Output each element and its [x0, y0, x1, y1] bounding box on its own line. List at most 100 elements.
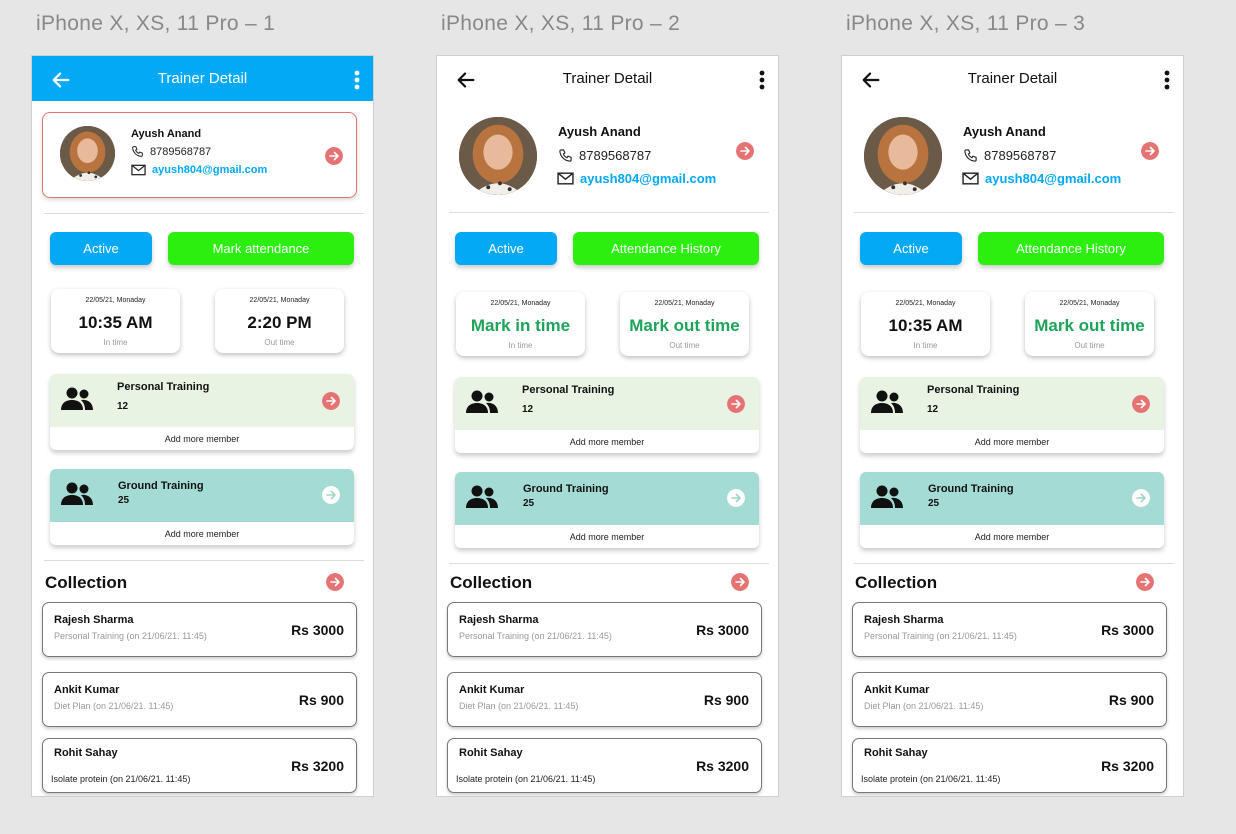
attendance-history-button[interactable]: Attendance History: [573, 232, 759, 265]
personal-training-header: Personal Training 12: [50, 374, 354, 427]
collection-item[interactable]: Rohit Sahay Isolate protein (on 21/06/21…: [447, 738, 762, 793]
out-time-value: 2:20 PM: [247, 313, 312, 332]
phone-number: 8789568787: [984, 148, 1057, 163]
divider: [44, 560, 364, 561]
arrow-right-circle-icon[interactable]: [326, 573, 344, 591]
in-time-card[interactable]: 22/05/21, Monaday 10:35 AM In time: [51, 289, 180, 353]
collection-item[interactable]: Ankit Kumar Diet Plan (on 21/06/21. 11:4…: [447, 672, 762, 727]
email-link[interactable]: ayush804@gmail.com: [985, 171, 1121, 186]
collection-amount: Rs 900: [298, 692, 344, 708]
in-time-label: In time: [913, 341, 938, 350]
profile-card[interactable]: Ayush Anand 8789568787 ayush804@gmail.co…: [852, 112, 1167, 198]
in-time-date: 22/05/21, Monaday: [895, 300, 956, 307]
collection-desc: Isolate protein (on 21/06/21. 11:45): [456, 774, 596, 784]
add-more-member-button[interactable]: Add more member: [860, 430, 1164, 453]
people-icon: [61, 482, 93, 505]
active-status-button[interactable]: Active: [860, 232, 962, 265]
arrow-right-circle-icon[interactable]: [736, 142, 754, 160]
mark-out-time-button[interactable]: Mark out time: [1025, 316, 1154, 336]
ground-training-card[interactable]: Ground Training 25 Add more member: [50, 469, 354, 545]
in-time-value: 10:35 AM: [78, 313, 153, 332]
out-time-date: 22/05/21, Monaday: [249, 297, 310, 304]
mail-icon: [131, 164, 146, 176]
app-header: Trainer Detail: [842, 56, 1183, 101]
arrow-right-circle-icon[interactable]: [322, 486, 340, 504]
phone-icon: [559, 149, 572, 162]
mark-attendance-button[interactable]: Mark attendance: [168, 232, 354, 265]
ground-training-card[interactable]: Ground Training 25 Add more member: [860, 472, 1164, 548]
arrow-right-circle-icon[interactable]: [727, 395, 745, 413]
collection-item[interactable]: Rohit Sahay Isolate protein (on 21/06/21…: [852, 738, 1167, 793]
app-header: Trainer Detail: [437, 56, 778, 101]
add-more-member-button[interactable]: Add more member: [50, 427, 354, 450]
ground-training-name: Ground Training: [928, 483, 1014, 495]
more-vertical-icon[interactable]: [759, 70, 765, 90]
personal-training-card[interactable]: Personal Training 12 Add more member: [455, 377, 759, 453]
collection-item[interactable]: Rajesh Sharma Personal Training (on 21/0…: [852, 602, 1167, 657]
in-time-value: 10:35 AM: [888, 316, 963, 335]
more-vertical-icon[interactable]: [1164, 70, 1170, 90]
arrow-right-circle-icon[interactable]: [731, 573, 749, 591]
personal-training-card[interactable]: Personal Training 12 Add more member: [50, 374, 354, 450]
collection-item[interactable]: Rajesh Sharma Personal Training (on 21/0…: [42, 602, 357, 657]
collection-title: Collection: [855, 573, 938, 592]
in-time-label: In time: [103, 338, 128, 347]
personal-training-name: Personal Training: [117, 381, 210, 393]
out-time-card[interactable]: 22/05/21, Monaday Mark out time Out time: [1025, 292, 1154, 356]
email-row: ayush804@gmail.com: [962, 171, 1121, 186]
collection-desc: Diet Plan (on 21/06/21. 11:45): [54, 701, 174, 711]
collection-desc: Isolate protein (on 21/06/21. 11:45): [861, 774, 1001, 784]
out-time-label: Out time: [669, 341, 700, 350]
add-more-member-button[interactable]: Add more member: [50, 522, 354, 545]
collection-item[interactable]: Ankit Kumar Diet Plan (on 21/06/21. 11:4…: [42, 672, 357, 727]
active-status-button[interactable]: Active: [455, 232, 557, 265]
ground-training-header: Ground Training 25: [860, 472, 1164, 525]
collection-name: Rajesh Sharma: [864, 614, 944, 626]
ground-training-name: Ground Training: [523, 483, 609, 495]
in-time-date: 22/05/21, Monaday: [490, 300, 551, 307]
arrow-right-circle-icon[interactable]: [1141, 142, 1159, 160]
trainer-name: Ayush Anand: [558, 124, 641, 139]
profile-card[interactable]: Ayush Anand 8789568787 ayush804@gmail.co…: [42, 112, 357, 198]
arrow-right-circle-icon[interactable]: [1132, 395, 1150, 413]
personal-training-count: 12: [117, 401, 129, 412]
arrow-right-circle-icon[interactable]: [325, 147, 343, 165]
arrow-right-circle-icon[interactable]: [1136, 573, 1154, 591]
people-icon: [466, 485, 498, 508]
arrow-right-circle-icon[interactable]: [1132, 489, 1150, 507]
in-time-card[interactable]: 22/05/21, Monaday Mark in time In time: [456, 292, 585, 356]
phone-row: 8789568787: [558, 148, 651, 163]
ground-training-card[interactable]: Ground Training 25 Add more member: [455, 472, 759, 548]
personal-training-header: Personal Training 12: [455, 377, 759, 430]
email-link[interactable]: ayush804@gmail.com: [580, 171, 716, 186]
personal-training-card[interactable]: Personal Training 12 Add more member: [860, 377, 1164, 453]
mark-in-time-button[interactable]: Mark in time: [456, 316, 585, 336]
add-more-member-button[interactable]: Add more member: [860, 525, 1164, 548]
collection-item[interactable]: Ankit Kumar Diet Plan (on 21/06/21. 11:4…: [852, 672, 1167, 727]
mail-icon: [962, 172, 979, 185]
collection-item[interactable]: Rohit Sahay Isolate protein (on 21/06/21…: [42, 738, 357, 793]
add-more-member-button[interactable]: Add more member: [455, 525, 759, 548]
profile-card[interactable]: Ayush Anand 8789568787 ayush804@gmail.co…: [447, 112, 762, 198]
in-time-card[interactable]: 22/05/21, Monaday 10:35 AM In time: [861, 292, 990, 356]
out-time-label: Out time: [1074, 341, 1105, 350]
active-status-button[interactable]: Active: [50, 232, 152, 265]
attendance-history-button[interactable]: Attendance History: [978, 232, 1164, 265]
ground-training-name: Ground Training: [118, 480, 204, 492]
page-title: Trainer Detail: [562, 70, 653, 87]
email-row: ayush804@gmail.com: [557, 171, 716, 186]
more-vertical-icon[interactable]: [354, 70, 360, 90]
phone-row: 8789568787: [963, 148, 1056, 163]
personal-training-name: Personal Training: [522, 384, 615, 396]
arrow-right-circle-icon[interactable]: [322, 392, 340, 410]
collection-item[interactable]: Rajesh Sharma Personal Training (on 21/0…: [447, 602, 762, 657]
mail-icon: [557, 172, 574, 185]
collection-amount: Rs 3200: [696, 758, 749, 774]
personal-training-name: Personal Training: [927, 384, 1020, 396]
email-link[interactable]: ayush804@gmail.com: [152, 164, 267, 176]
arrow-right-circle-icon[interactable]: [727, 489, 745, 507]
add-more-member-button[interactable]: Add more member: [455, 430, 759, 453]
out-time-card[interactable]: 22/05/21, Monaday 2:20 PM Out time: [215, 289, 344, 353]
out-time-card[interactable]: 22/05/21, Monaday Mark out time Out time: [620, 292, 749, 356]
mark-out-time-button[interactable]: Mark out time: [620, 316, 749, 336]
